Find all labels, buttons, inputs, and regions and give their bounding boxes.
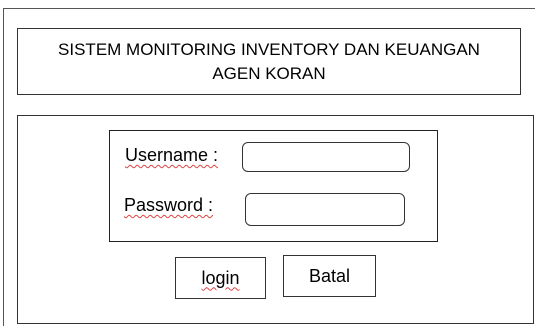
password-input[interactable] xyxy=(245,193,405,226)
username-input[interactable] xyxy=(242,142,410,172)
login-button-label: login xyxy=(201,267,240,288)
header-box: SISTEM MONITORING INVENTORY DAN KEUANGAN… xyxy=(17,28,521,95)
password-label: Password : xyxy=(124,195,214,215)
cancel-button-label: Batal xyxy=(308,265,351,286)
login-button[interactable]: login xyxy=(175,257,266,299)
page-title: SISTEM MONITORING INVENTORY DAN KEUANGAN… xyxy=(58,39,480,83)
cancel-button[interactable]: Batal xyxy=(283,255,376,297)
username-label: Username : xyxy=(125,145,219,165)
